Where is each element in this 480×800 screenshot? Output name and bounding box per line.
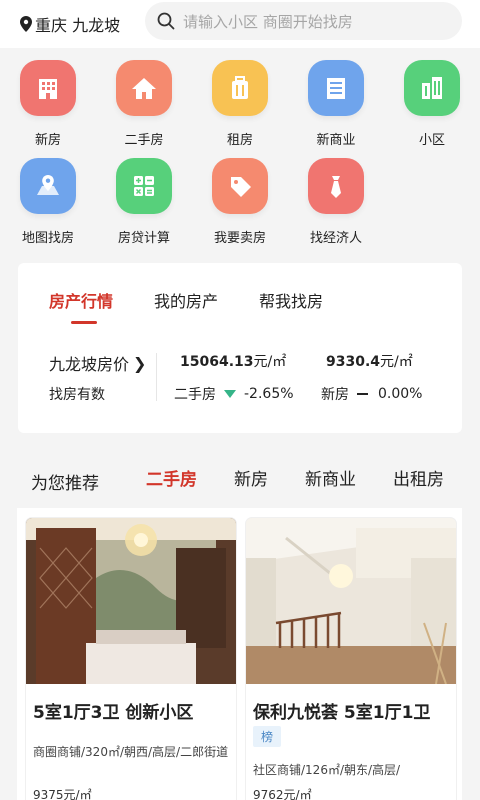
grid-label: 找经济人	[309, 231, 362, 246]
tab-my-property[interactable]: 我的房产	[154, 288, 218, 312]
grid-label: 地图找房	[21, 231, 74, 246]
new-house-change: 新房 0.00%	[321, 384, 422, 404]
chevron-right-icon: ❯	[133, 353, 147, 373]
community-icon	[404, 60, 460, 116]
location-pin-icon	[20, 16, 32, 32]
price-unit: 元/㎡	[380, 354, 413, 370]
grid-label: 租房	[226, 133, 253, 148]
active-tab-indicator	[71, 321, 97, 324]
office-icon	[308, 60, 364, 116]
tab-rec-second-hand[interactable]: 二手房	[146, 465, 197, 490]
listing-section: 5室1厅3卫 创新小区 商圈商铺/320㎡/朝西/高层/二郎街道 9375元/㎡	[17, 508, 462, 800]
grid-label: 我要卖房	[213, 231, 266, 246]
listing-photo	[26, 518, 236, 684]
flat-dash-icon	[357, 393, 368, 395]
listing-price: 9762元/㎡	[253, 788, 312, 800]
search-placeholder: 请输入小区 商圈开始找房	[183, 12, 353, 31]
down-arrow-icon	[224, 390, 236, 398]
top-bar: 重庆 九龙坡 请输入小区 商圈开始找房	[0, 0, 480, 48]
grid-item-second-hand[interactable]: 二手房	[96, 60, 192, 148]
change-value: -2.65%	[244, 386, 294, 402]
building-icon	[20, 60, 76, 116]
listing-price: 9375元/㎡	[33, 788, 92, 800]
listing-card[interactable]: 保利九悦荟 5室1厅1卫 榜 社区商铺/126㎡/朝东/高层/ 9762元/㎡	[246, 518, 456, 800]
find-data-label: 找房有数	[49, 387, 105, 403]
tab-rec-new-house[interactable]: 新房	[234, 465, 268, 490]
price-value: 9330.4	[326, 354, 381, 370]
listing-desc: 社区商铺/126㎡/朝东/高层/	[253, 763, 401, 777]
divider	[156, 353, 157, 401]
grid-item-rent[interactable]: 租房	[192, 60, 288, 148]
tab-help-find-house[interactable]: 帮我找房	[259, 288, 323, 312]
price-value: 15064.13	[180, 354, 254, 370]
market-tabs: 房产行情 我的房产 帮我找房	[18, 263, 462, 324]
house-icon	[116, 60, 172, 116]
change-label: 新房	[321, 387, 349, 403]
grid-item-sell-house[interactable]: 我要卖房	[192, 158, 288, 246]
location-text: 重庆 九龙坡	[35, 16, 121, 35]
listing-title: 5室1厅3卫 创新小区	[33, 703, 194, 723]
grid-label: 新商业	[316, 133, 356, 148]
grid-item-new-commercial[interactable]: 新商业	[288, 60, 384, 148]
tab-market-trends[interactable]: 房产行情	[49, 288, 113, 312]
ranking-badge: 榜	[253, 726, 282, 747]
change-value: 0.00%	[378, 386, 423, 402]
calculator-icon	[116, 158, 172, 214]
change-label: 二手房	[174, 387, 216, 403]
search-input[interactable]: 请输入小区 商圈开始找房	[145, 2, 462, 40]
grid-item-find-agent[interactable]: 找经济人	[288, 158, 384, 246]
area-price-label: 九龙坡房价	[49, 355, 130, 374]
search-icon	[157, 12, 175, 30]
grid-label: 小区	[418, 133, 445, 148]
suitcase-icon	[212, 60, 268, 116]
second-hand-change: 二手房 -2.65%	[174, 384, 294, 404]
grid-label: 新房	[34, 133, 61, 148]
listing-desc: 商圈商铺/320㎡/朝西/高层/二郎街道	[33, 745, 229, 759]
area-price-link[interactable]: 九龙坡房价 ❯	[49, 351, 146, 375]
grid-label: 房贷计算	[117, 231, 170, 246]
grid-item-new-house[interactable]: 新房	[0, 60, 96, 148]
new-house-avg-price: 9330.4元/㎡	[326, 351, 413, 371]
grid-item-mortgage-calc[interactable]: 房贷计算	[96, 158, 192, 246]
grid-item-map-search[interactable]: 地图找房	[0, 158, 96, 246]
recommend-title: 为您推荐	[31, 474, 99, 494]
tab-rec-rental[interactable]: 出租房	[393, 465, 444, 490]
tab-rec-new-commercial[interactable]: 新商业	[305, 465, 356, 490]
tag-icon	[212, 158, 268, 214]
grid-item-community[interactable]: 小区	[384, 60, 480, 148]
grid-label: 二手房	[124, 133, 164, 148]
agent-tie-icon	[308, 158, 364, 214]
listing-title: 保利九悦荟 5室1厅1卫	[253, 703, 431, 723]
listing-card[interactable]: 5室1厅3卫 创新小区 商圈商铺/320㎡/朝西/高层/二郎街道 9375元/㎡	[26, 518, 236, 800]
location-selector[interactable]: 重庆 九龙坡	[20, 12, 120, 36]
map-pin-icon	[20, 158, 76, 214]
second-hand-avg-price: 15064.13元/㎡	[180, 351, 286, 371]
market-card: 房产行情 我的房产 帮我找房 九龙坡房价 ❯ 找房有数 15064.13元/㎡ …	[18, 263, 462, 433]
price-unit: 元/㎡	[253, 354, 287, 370]
listing-photo	[246, 518, 456, 684]
